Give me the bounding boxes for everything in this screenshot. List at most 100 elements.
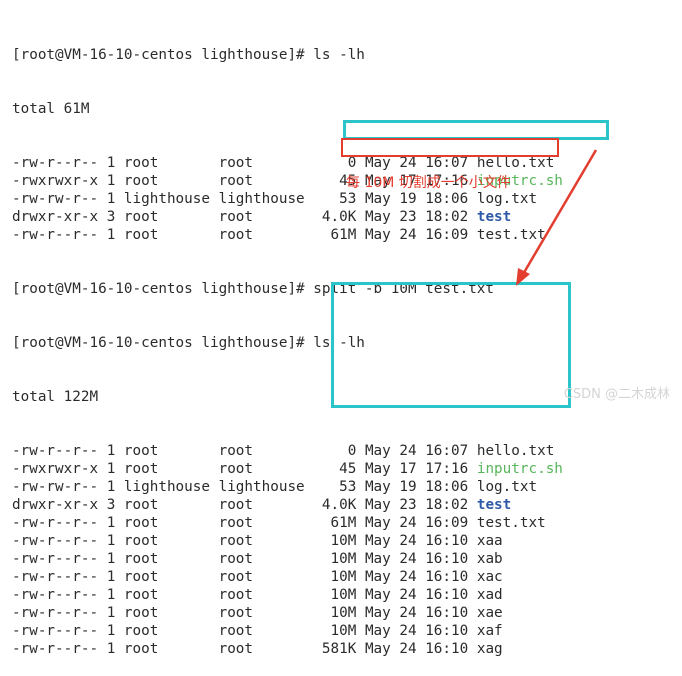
file-group: root	[218, 569, 305, 585]
file-size: 4.0K	[304, 497, 365, 513]
file-owner: root	[123, 515, 219, 531]
file-row: -rw-rw-r-- 1 lighthouse lighthouse 53 Ma…	[12, 478, 563, 496]
file-perm: -rw-r--r--	[12, 533, 107, 549]
file-size: 0	[304, 443, 365, 459]
file-perm: -rwxrwxr-x	[12, 173, 107, 189]
file-row: drwxr-xr-x 3 root root 4.0K May 23 18:02…	[12, 496, 563, 514]
file-date: May 17 17:16	[364, 461, 477, 477]
file-perm: drwxr-xr-x	[12, 497, 107, 513]
shell-prompt-ls-1: [root@VM-16-10-centos lighthouse]# ls -l…	[12, 47, 365, 63]
total-line-1: total 61M	[12, 101, 90, 117]
file-perm: -rw-r--r--	[12, 623, 107, 639]
file-links: 1	[106, 605, 124, 621]
terminal-output: [root@VM-16-10-centos lighthouse]# ls -l…	[12, 10, 563, 676]
file-owner: root	[123, 641, 219, 657]
file-date: May 24 16:10	[364, 551, 477, 567]
file-size: 53	[304, 191, 365, 207]
file-perm: -rw-rw-r--	[12, 479, 107, 495]
file-size: 53	[304, 479, 365, 495]
file-size: 10M	[304, 605, 365, 621]
file-links: 3	[106, 497, 124, 513]
shell-prompt-split: [root@VM-16-10-centos lighthouse]# split…	[12, 280, 563, 298]
file-owner: root	[123, 605, 219, 621]
file-group: root	[218, 623, 305, 639]
file-owner: root	[123, 623, 219, 639]
file-row: -rw-r--r-- 1 root root 61M May 24 16:09 …	[12, 226, 563, 244]
file-perm: -rw-r--r--	[12, 227, 107, 243]
file-group: root	[218, 551, 305, 567]
file-links: 1	[106, 587, 124, 603]
file-date: May 24 16:10	[364, 623, 477, 639]
file-date: May 19 18:06	[364, 479, 477, 495]
file-name: test.txt	[476, 515, 546, 531]
file-owner: root	[123, 173, 219, 189]
shell-prompt-ls-2: [root@VM-16-10-centos lighthouse]# ls -l…	[12, 335, 365, 351]
file-row: -rw-r--r-- 1 root root 10M May 24 16:10 …	[12, 568, 563, 586]
file-group: root	[218, 605, 305, 621]
file-size: 61M	[304, 515, 365, 531]
file-size: 45	[304, 461, 365, 477]
file-group: root	[218, 461, 305, 477]
file-date: May 19 18:06	[364, 191, 477, 207]
file-row: -rw-r--r-- 1 root root 10M May 24 16:10 …	[12, 604, 563, 622]
file-name: hello.txt	[476, 155, 555, 171]
file-perm: -rw-r--r--	[12, 551, 107, 567]
file-group: root	[218, 173, 305, 189]
file-date: May 24 16:10	[364, 569, 477, 585]
watermark: CSDN @二木成林	[563, 387, 670, 402]
file-group: root	[218, 587, 305, 603]
file-date: May 24 16:07	[364, 443, 477, 459]
file-links: 1	[106, 515, 124, 531]
file-row: -rw-r--r-- 1 root root 10M May 24 16:10 …	[12, 586, 563, 604]
file-date: May 24 16:09	[364, 515, 477, 531]
file-name: test	[476, 497, 512, 513]
file-name: xab	[476, 551, 503, 567]
file-date: May 23 18:02	[364, 497, 477, 513]
file-owner: root	[123, 497, 219, 513]
file-size: 10M	[304, 623, 365, 639]
file-size: 10M	[304, 569, 365, 585]
file-name: log.txt	[476, 191, 538, 207]
file-group: root	[218, 155, 305, 171]
file-owner: root	[123, 533, 219, 549]
file-group: root	[218, 641, 305, 657]
file-row: -rw-r--r-- 1 root root 61M May 24 16:09 …	[12, 514, 563, 532]
file-row: -rw-r--r-- 1 root root 10M May 24 16:10 …	[12, 550, 563, 568]
file-links: 1	[106, 155, 124, 171]
file-size: 61M	[304, 227, 365, 243]
file-owner: root	[123, 227, 219, 243]
file-row: drwxr-xr-x 3 root root 4.0K May 23 18:02…	[12, 208, 563, 226]
file-owner: root	[123, 155, 219, 171]
file-name: xaf	[476, 623, 503, 639]
file-group: lighthouse	[218, 479, 305, 495]
file-size: 10M	[304, 551, 365, 567]
file-links: 1	[106, 227, 124, 243]
file-owner: root	[123, 551, 219, 567]
file-size: 581K	[304, 641, 365, 657]
file-perm: -rw-r--r--	[12, 641, 107, 657]
file-group: root	[218, 515, 305, 531]
file-perm: -rw-r--r--	[12, 605, 107, 621]
file-links: 1	[106, 173, 124, 189]
file-group: root	[218, 209, 305, 225]
file-row: -rwxrwxr-x 1 root root 45 May 17 17:16 i…	[12, 460, 563, 478]
file-group: root	[218, 227, 305, 243]
file-links: 1	[106, 551, 124, 567]
file-date: May 24 16:09	[364, 227, 477, 243]
file-perm: -rw-r--r--	[12, 569, 107, 585]
file-name: test.txt	[476, 227, 546, 243]
prompt-prefix: [root@VM-16-10-centos lighthouse]#	[12, 281, 314, 297]
file-links: 1	[106, 623, 124, 639]
annotation-label: 每 10M 切割成一个小文件	[346, 175, 511, 191]
file-links: 3	[106, 209, 124, 225]
file-links: 1	[106, 443, 124, 459]
file-owner: root	[123, 209, 219, 225]
file-date: May 24 16:07	[364, 155, 477, 171]
file-size: 4.0K	[304, 209, 365, 225]
file-links: 1	[106, 641, 124, 657]
file-date: May 24 16:10	[364, 605, 477, 621]
file-date: May 24 16:10	[364, 641, 477, 657]
total-line-2: total 122M	[12, 389, 99, 405]
file-name: xad	[476, 587, 503, 603]
file-row: -rw-r--r-- 1 root root 10M May 24 16:10 …	[12, 622, 563, 640]
